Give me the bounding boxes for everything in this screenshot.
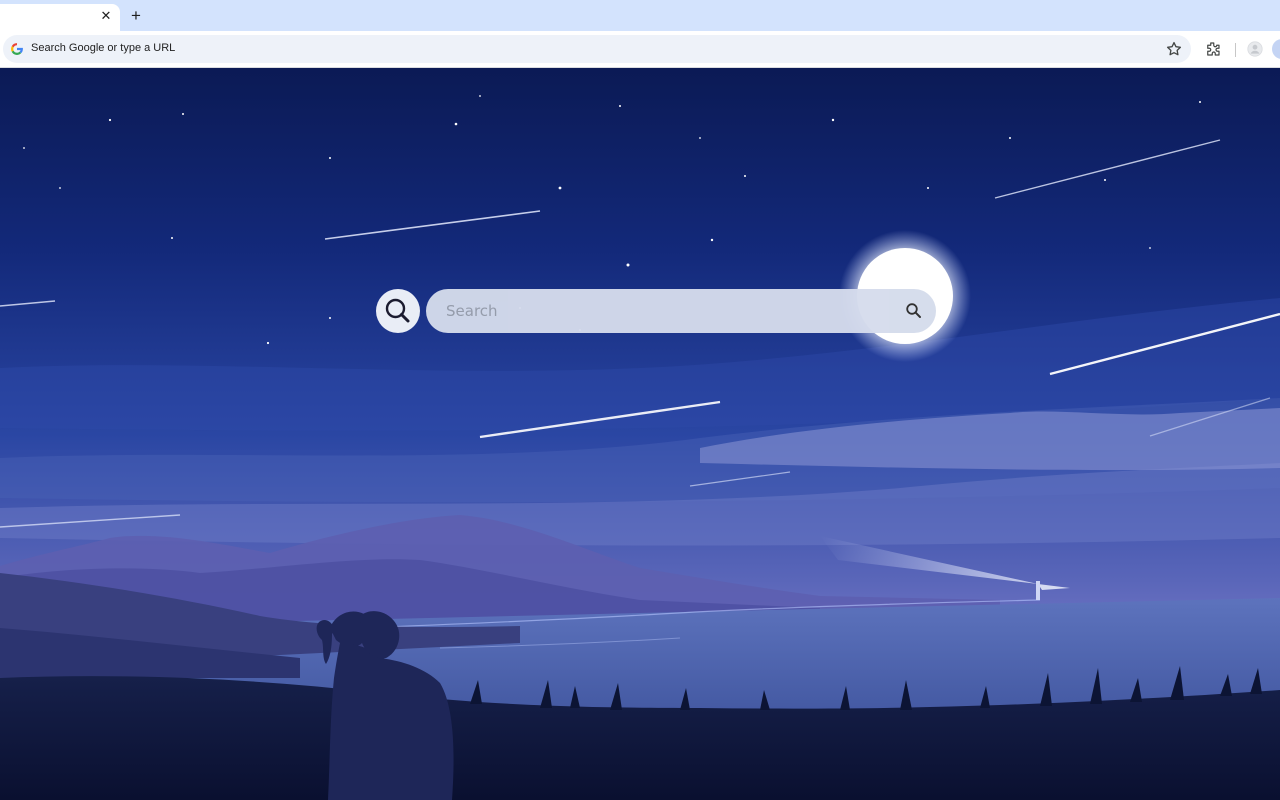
search-icon[interactable] <box>904 301 924 321</box>
search-input[interactable] <box>444 289 884 333</box>
new-tab-page <box>0 68 1280 800</box>
active-tab[interactable]: ✕ <box>0 4 120 31</box>
bookmark-star-icon[interactable] <box>1165 40 1183 58</box>
night-sky-wallpaper <box>0 68 1280 800</box>
magnifier-logo-icon <box>385 298 410 323</box>
extensions-icon[interactable] <box>1204 40 1222 58</box>
search-bar <box>426 289 936 333</box>
google-g-icon <box>11 43 23 55</box>
toolbar: Search Google or type a URL <box>0 31 1280 68</box>
toolbar-divider <box>1235 43 1236 57</box>
chrome-menu-button[interactable] <box>1272 39 1280 59</box>
tab-close-icon[interactable]: ✕ <box>98 8 114 24</box>
profile-icon[interactable] <box>1247 41 1263 57</box>
tab-strip: ✕ + <box>0 0 1280 31</box>
magnifier-logo-button[interactable] <box>376 289 420 333</box>
new-tab-button[interactable]: + <box>126 6 146 26</box>
address-bar-placeholder: Search Google or type a URL <box>31 42 176 54</box>
address-bar[interactable]: Search Google or type a URL <box>3 35 1191 63</box>
